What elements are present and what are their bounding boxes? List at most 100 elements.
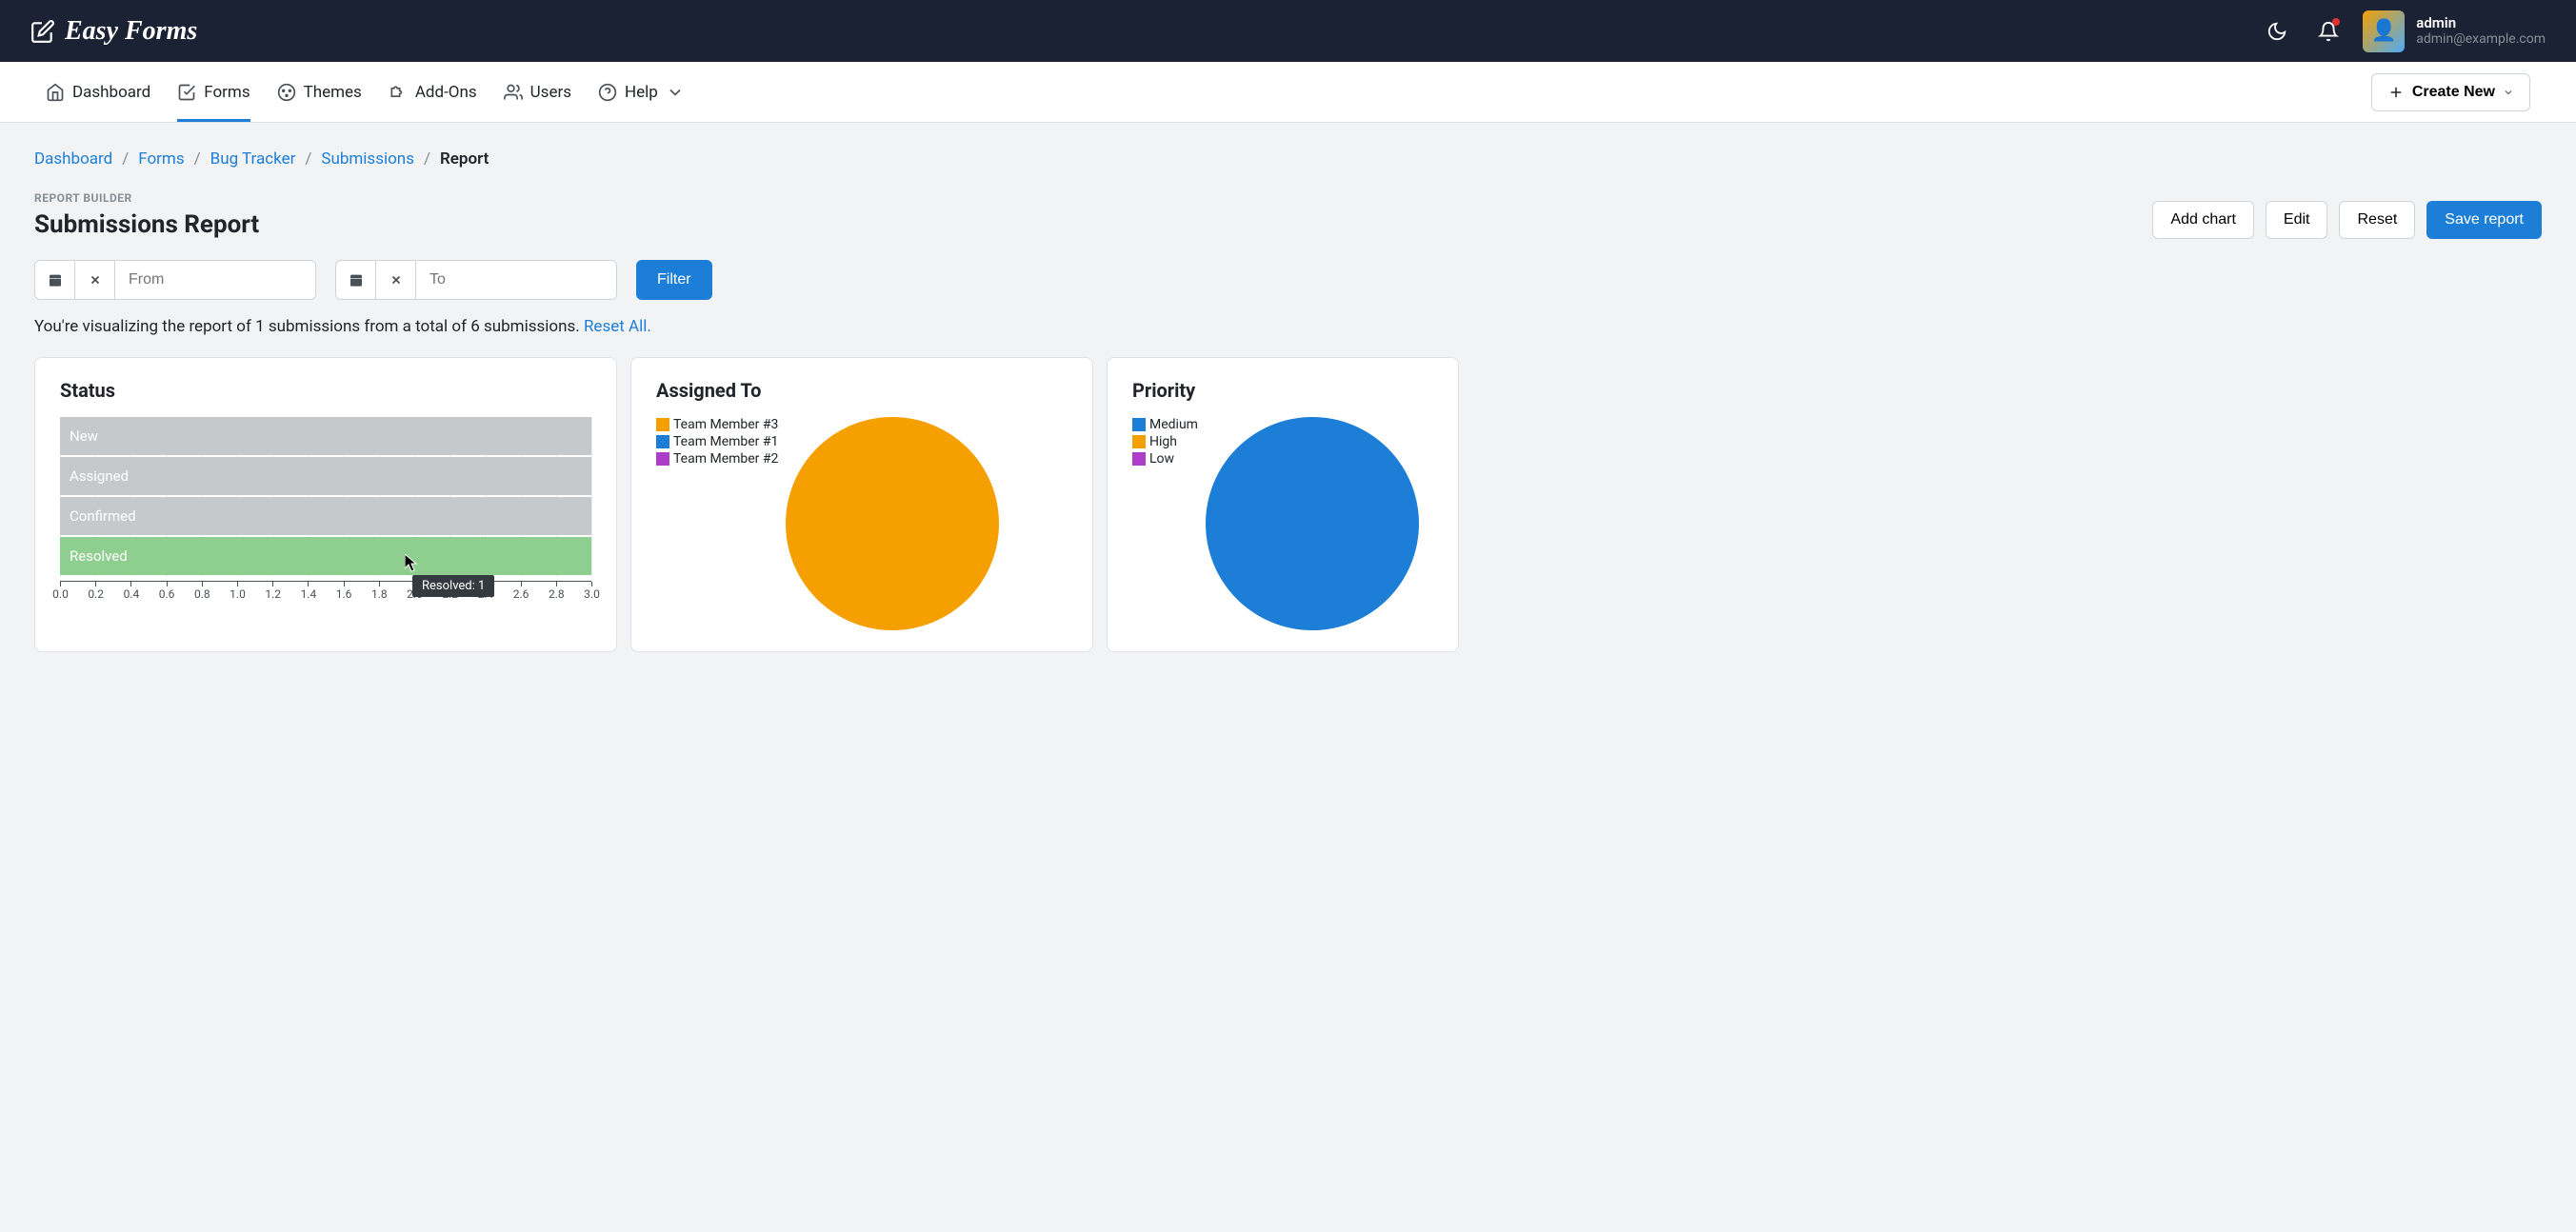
status-bar-chart: NewAssignedConfirmedResolved 0.00.20.40.…	[60, 417, 591, 600]
bar-label: Assigned	[70, 467, 129, 485]
x-tick-label: 1.0	[230, 587, 246, 601]
filter-row: Filter	[34, 260, 2542, 300]
calendar-button[interactable]	[35, 261, 75, 299]
clear-from-button[interactable]	[75, 261, 115, 299]
nav-bar: Dashboard Forms Themes Add-Ons Users Hel…	[0, 62, 2576, 123]
check-square-icon	[177, 83, 196, 102]
x-tick-label: 0.2	[88, 587, 104, 601]
nav-items: Dashboard Forms Themes Add-Ons Users Hel…	[46, 62, 685, 122]
puzzle-icon	[389, 83, 408, 102]
legend-label: Team Member #2	[673, 451, 778, 467]
nav-label: Users	[530, 83, 571, 102]
page-actions: Add chart Edit Reset Save report	[2152, 201, 2542, 239]
breadcrumb-link[interactable]: Bug Tracker	[210, 149, 296, 169]
nav-dashboard[interactable]: Dashboard	[46, 62, 150, 122]
nav-themes[interactable]: Themes	[277, 62, 362, 122]
x-axis: 0.00.20.40.60.81.01.21.41.61.82.02.22.42…	[60, 581, 591, 600]
nav-users[interactable]: Users	[504, 62, 571, 122]
x-tick-label: 2.2	[442, 587, 458, 601]
dark-mode-toggle[interactable]	[2260, 14, 2294, 49]
x-tick-label: 0.6	[159, 587, 175, 601]
chevron-down-icon	[2503, 87, 2514, 98]
card-title: Status	[60, 379, 591, 402]
notifications-button[interactable]	[2311, 14, 2346, 49]
avatar: 👤	[2363, 10, 2405, 52]
close-icon	[89, 273, 102, 287]
x-tick-label: 2.4	[478, 587, 494, 601]
brand-logo[interactable]: Easy Forms	[30, 16, 197, 47]
date-from-input[interactable]	[115, 261, 315, 299]
reset-all-link[interactable]: Reset All.	[584, 317, 651, 336]
home-icon	[46, 83, 65, 102]
legend-item[interactable]: Team Member #3	[656, 417, 778, 432]
pie-chart	[1206, 417, 1419, 630]
cards-row: Status NewAssignedConfirmedResolved 0.00…	[34, 357, 2542, 652]
breadcrumb: Dashboard/ Forms/ Bug Tracker/ Submissio…	[34, 149, 2542, 169]
legend-swatch	[656, 435, 669, 448]
page-kicker: REPORT BUILDER	[34, 191, 259, 205]
reset-button[interactable]: Reset	[2339, 201, 2415, 239]
legend-swatch	[1132, 435, 1146, 448]
page-head-left: REPORT BUILDER Submissions Report	[34, 191, 259, 239]
legend-item[interactable]: Low	[1132, 451, 1198, 467]
x-tick-label: 1.4	[301, 587, 317, 601]
breadcrumb-link[interactable]: Submissions	[321, 149, 414, 169]
pie-wrap: Medium High Low	[1132, 417, 1433, 630]
card-title: Assigned To	[656, 379, 1068, 402]
bar-row[interactable]: New	[60, 417, 591, 455]
legend-label: Team Member #1	[673, 434, 778, 449]
chevron-down-icon	[666, 83, 685, 102]
user-name: admin	[2416, 14, 2546, 31]
save-report-button[interactable]: Save report	[2426, 201, 2542, 239]
legend-item[interactable]: Medium	[1132, 417, 1198, 432]
brand-text: Easy Forms	[65, 16, 197, 47]
top-header: Easy Forms 👤 admin admin@example.com	[0, 0, 2576, 62]
page-title: Submissions Report	[34, 210, 259, 239]
nav-forms[interactable]: Forms	[177, 62, 250, 122]
priority-card: Priority MediumHighLow	[1107, 357, 1459, 652]
bar-area: New Assigned ConfirmedResolved	[60, 417, 591, 577]
clear-to-button[interactable]	[376, 261, 416, 299]
legend-swatch	[656, 418, 669, 431]
date-to-group	[335, 260, 617, 300]
legend-item[interactable]: Team Member #2	[656, 451, 778, 467]
legend: Medium High Low	[1132, 417, 1198, 630]
header-right: 👤 admin admin@example.com	[2260, 10, 2546, 52]
legend-item[interactable]: High	[1132, 434, 1198, 449]
x-tick-label: 1.8	[371, 587, 388, 601]
nav-label: Forms	[204, 83, 250, 102]
notification-dot	[2332, 18, 2340, 26]
legend: Team Member #3 Team Member #1 Team Member …	[656, 417, 778, 630]
edit-icon	[30, 19, 55, 44]
date-from-group	[34, 260, 316, 300]
bar-row[interactable]: Confirmed	[60, 497, 591, 535]
edit-button[interactable]: Edit	[2266, 201, 2328, 239]
date-to-input[interactable]	[416, 261, 616, 299]
x-tick-label: 2.0	[407, 587, 423, 601]
nav-addons[interactable]: Add-Ons	[389, 62, 477, 122]
close-icon	[389, 273, 403, 287]
user-info: admin admin@example.com	[2416, 14, 2546, 48]
nav-help[interactable]: Help	[598, 62, 685, 122]
breadcrumb-link[interactable]: Dashboard	[34, 149, 112, 169]
pie-wrap: Team Member #3 Team Member #1 Team Member …	[656, 417, 1068, 630]
user-menu[interactable]: 👤 admin admin@example.com	[2363, 10, 2546, 52]
legend-swatch	[656, 452, 669, 466]
bar-row[interactable]: Assigned	[60, 457, 591, 495]
add-chart-button[interactable]: Add chart	[2152, 201, 2253, 239]
breadcrumb-link[interactable]: Forms	[138, 149, 184, 169]
filter-button[interactable]: Filter	[636, 260, 712, 300]
x-tick-label: 2.8	[549, 587, 565, 601]
calendar-button[interactable]	[336, 261, 376, 299]
create-new-button[interactable]: Create New	[2371, 73, 2530, 111]
summary-text: You're visualizing the report of 1 submi…	[34, 317, 584, 336]
legend-swatch	[1132, 418, 1146, 431]
pie-chart	[786, 417, 999, 630]
bar-row[interactable]: Resolved	[60, 537, 591, 575]
x-tick-label: 1.6	[336, 587, 352, 601]
assigned-to-card: Assigned To Team Member #3 Team Member #1…	[630, 357, 1093, 652]
legend-item[interactable]: Team Member #1	[656, 434, 778, 449]
moon-icon	[2266, 21, 2287, 42]
users-icon	[504, 83, 523, 102]
create-label: Create New	[2412, 84, 2495, 101]
